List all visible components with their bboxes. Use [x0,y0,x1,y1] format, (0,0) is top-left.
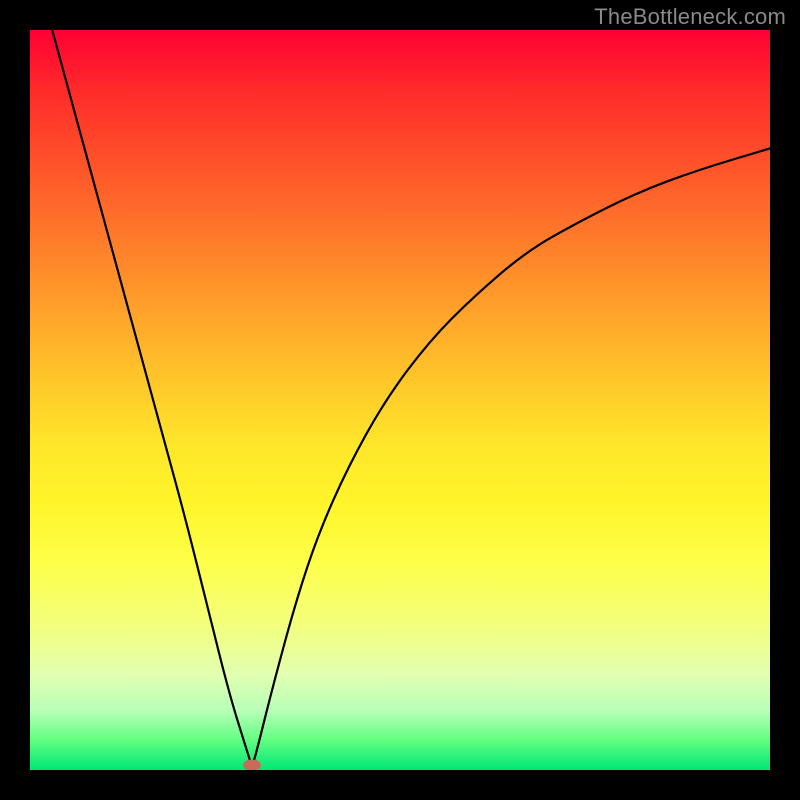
watermark-text: TheBottleneck.com [594,4,786,30]
plot-area [30,30,770,770]
bottleneck-curve-svg [30,30,770,770]
chart-frame: TheBottleneck.com [0,0,800,800]
minimum-marker [243,760,261,771]
bottleneck-curve-path [52,30,770,764]
